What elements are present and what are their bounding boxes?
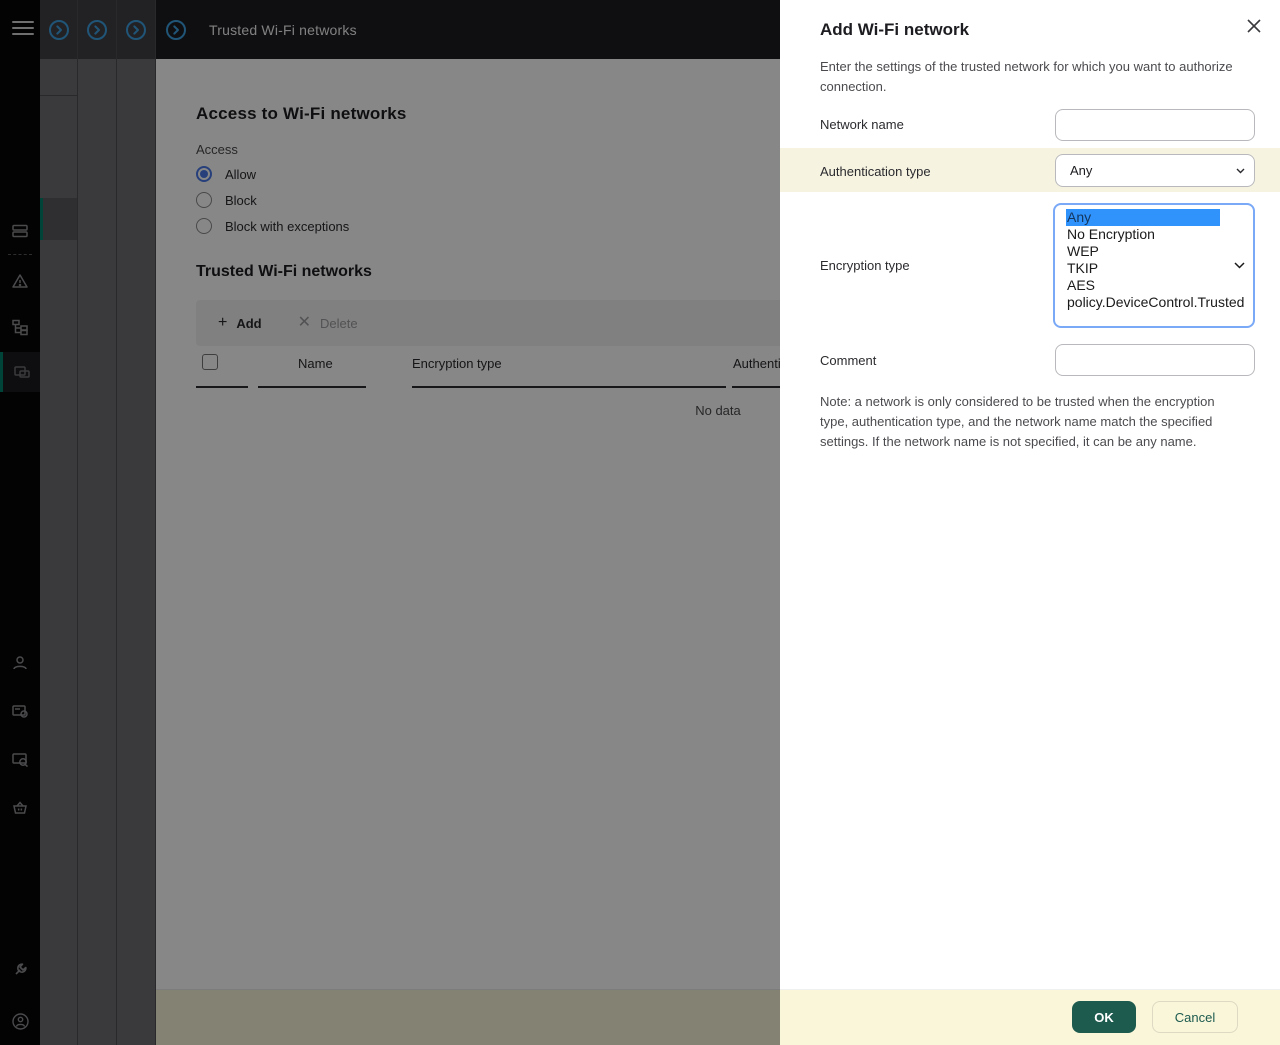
comment-label: Comment — [820, 353, 877, 368]
app-root: Trusted Wi-Fi networks Access to Wi-Fi n… — [0, 0, 1280, 1045]
encryption-option-aes[interactable]: AES — [1055, 277, 1253, 294]
encryption-option-policy[interactable]: policy.DeviceControl.Trusted — [1055, 294, 1253, 311]
authentication-type-value: Any — [1070, 163, 1093, 178]
ok-button[interactable]: OK — [1072, 1001, 1136, 1033]
authentication-type-select[interactable]: Any — [1055, 154, 1255, 187]
network-name-label: Network name — [820, 117, 904, 132]
encryption-option-no-encryption[interactable]: No Encryption — [1055, 226, 1253, 243]
panel-note: Note: a network is only considered to be… — [820, 394, 1215, 449]
authentication-type-label: Authentication type — [820, 164, 931, 179]
encryption-option-tkip[interactable]: TKIP — [1055, 260, 1253, 277]
comment-input[interactable] — [1055, 344, 1255, 376]
chevron-down-icon — [1236, 168, 1245, 174]
modal-overlay[interactable] — [0, 0, 780, 1045]
chevron-down-icon — [1234, 262, 1245, 269]
encryption-type-listbox[interactable]: Any No Encryption WEP TKIP AES policy.De… — [1053, 203, 1255, 328]
panel-footer: OK Cancel — [780, 990, 1280, 1045]
panel-title: Add Wi-Fi network — [820, 20, 970, 39]
panel-description: Enter the settings of the trusted networ… — [820, 59, 1233, 94]
encryption-option-wep[interactable]: WEP — [1055, 243, 1253, 260]
encryption-type-label: Encryption type — [820, 258, 910, 273]
close-icon[interactable] — [1245, 17, 1263, 35]
add-wifi-panel: Add Wi-Fi network Enter the settings of … — [780, 0, 1280, 1045]
cancel-button[interactable]: Cancel — [1152, 1001, 1238, 1033]
encryption-option-any[interactable]: Any — [1066, 209, 1220, 226]
network-name-input[interactable] — [1055, 109, 1255, 141]
